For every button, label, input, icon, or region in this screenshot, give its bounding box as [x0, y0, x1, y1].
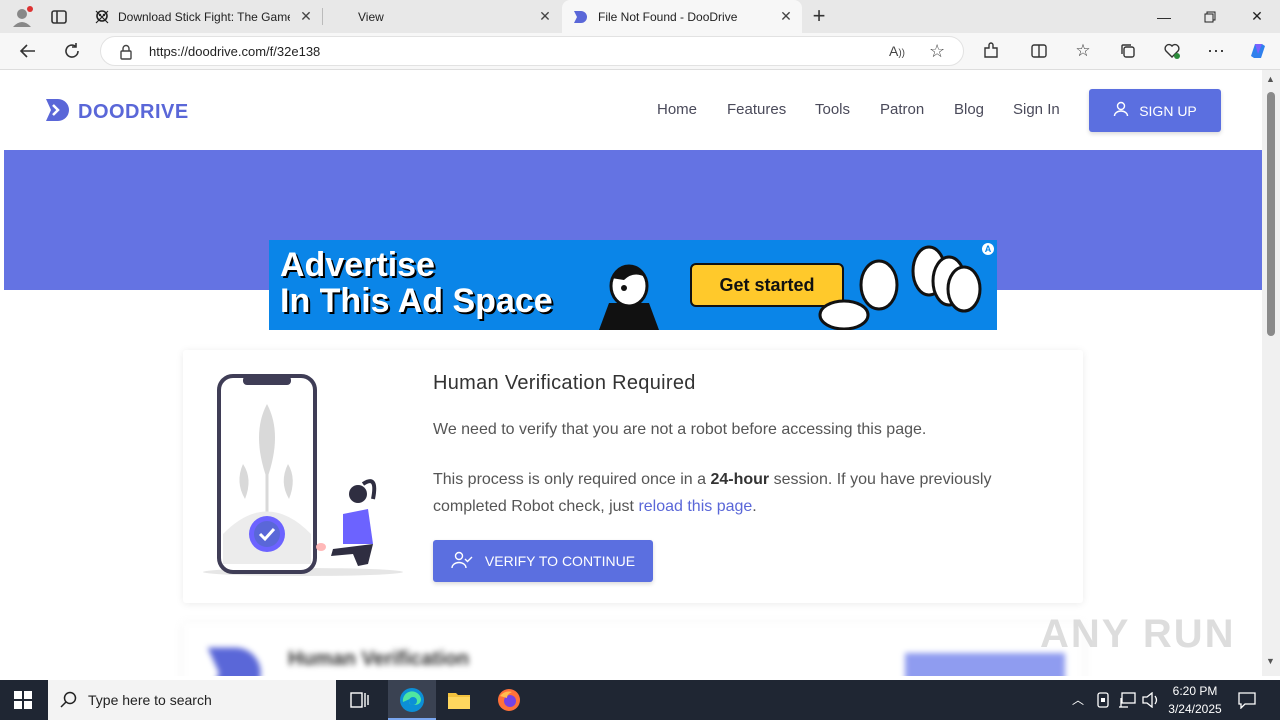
ad-coins-icon [814, 243, 994, 330]
split-screen-icon[interactable] [1024, 37, 1054, 65]
extensions-icon[interactable] [976, 37, 1006, 65]
windows-taskbar: Type here to search ︿ 6:20 PM 3/24/2025 [0, 680, 1280, 720]
blurred-card-title: Human Verification [288, 648, 470, 670]
nav-tools[interactable]: Tools [815, 101, 850, 118]
tab-title: Download Stick Fight: The Game [118, 9, 290, 24]
user-icon [1113, 101, 1129, 120]
close-icon[interactable]: ✕ [778, 8, 794, 24]
note-text: This process is only required once in a [433, 471, 711, 488]
profile-icon[interactable] [10, 5, 34, 29]
more-options-icon[interactable]: ⋯ [1201, 37, 1231, 65]
site-header: DOODRIVE Home Features Tools Patron Blog… [4, 70, 1262, 150]
scroll-thumb[interactable] [1267, 92, 1275, 336]
tab-title: File Not Found - DooDrive [598, 9, 738, 24]
nav-blog[interactable]: Blog [954, 101, 984, 118]
tab-doodrive[interactable]: File Not Found - DooDrive ✕ [562, 0, 802, 33]
volume-icon[interactable] [1142, 691, 1160, 713]
note-bold: 24-hour [710, 471, 770, 488]
new-tab-button[interactable]: + [808, 3, 830, 29]
doodrive-logo-icon [44, 97, 70, 128]
close-icon[interactable]: ✕ [537, 8, 553, 24]
nav-patron[interactable]: Patron [880, 101, 924, 118]
logo-text: DOODRIVE [78, 101, 189, 123]
file-explorer-icon[interactable] [447, 689, 471, 716]
address-bar[interactable]: https://doodrive.com/f/32e138 A)) ☆ [100, 36, 964, 66]
ad-headline: Advertise [280, 246, 435, 284]
favorite-star-icon[interactable]: ☆ [929, 41, 945, 62]
browser-essentials-icon[interactable] [1157, 37, 1187, 65]
collections-icon[interactable] [1113, 37, 1143, 65]
doodrive-favicon-icon [572, 9, 588, 25]
windows-start-icon[interactable] [14, 691, 32, 714]
ad-choices-icon[interactable]: A [981, 242, 995, 256]
network-icon[interactable] [1118, 692, 1136, 713]
notifications-icon[interactable] [1238, 691, 1256, 714]
nav-home[interactable]: Home [657, 101, 697, 118]
page-scrollbar[interactable]: ▲ ▼ [1262, 70, 1280, 676]
tray-device-icon[interactable] [1096, 692, 1110, 713]
ad-subheadline: In This Ad Space [280, 282, 553, 320]
scroll-up-icon[interactable]: ▲ [1266, 74, 1275, 84]
card-session-note: This process is only required once in a … [433, 466, 1053, 520]
reload-page-link[interactable]: reload this page [638, 498, 752, 515]
user-check-icon [451, 551, 473, 572]
site-logo[interactable]: DOODRIVE [44, 97, 189, 128]
verify-to-continue-button[interactable]: VERIFY TO CONTINUE [433, 540, 653, 582]
nav-features[interactable]: Features [727, 101, 786, 118]
favorites-icon[interactable]: ☆ [1068, 37, 1098, 65]
sign-up-button[interactable]: SIGN UP [1089, 89, 1221, 132]
note-text: . [752, 498, 757, 515]
firefox-icon[interactable] [497, 688, 521, 717]
nav-sign-in[interactable]: Sign In [1013, 101, 1060, 118]
read-aloud-icon[interactable]: A)) [889, 43, 905, 59]
verify-button-label: VERIFY TO CONTINUE [484, 553, 636, 569]
task-view-icon[interactable] [350, 691, 370, 714]
card-description: We need to verify that you are not a rob… [433, 421, 927, 438]
card-title: Human Verification Required [433, 372, 696, 394]
clock-time[interactable]: 6:20 PM [1166, 684, 1224, 698]
ad-character-icon [594, 258, 664, 330]
tab-actions-icon[interactable] [50, 8, 68, 26]
tray-chevron-icon[interactable]: ︿ [1072, 691, 1084, 708]
phone-illustration-icon [203, 374, 408, 584]
scroll-down-icon[interactable]: ▼ [1266, 656, 1275, 666]
clock-date[interactable]: 3/24/2025 [1164, 702, 1226, 716]
doodrive-logo-icon [203, 643, 263, 676]
back-icon[interactable] [13, 37, 43, 65]
close-icon[interactable]: ✕ [298, 8, 314, 24]
copilot-icon[interactable] [1243, 37, 1273, 65]
web-page: DOODRIVE Home Features Tools Patron Blog… [4, 70, 1262, 676]
tab-title: View [358, 9, 384, 24]
url-text: https://doodrive.com/f/32e138 [149, 44, 321, 59]
taskbar-search-box[interactable]: Type here to search [48, 680, 336, 720]
tab-view[interactable]: View ✕ [323, 0, 561, 33]
blurred-verification-card: Human Verification [183, 623, 1083, 676]
search-placeholder: Type here to search [88, 692, 212, 708]
tab-strip: Download Stick Fight: The Game ✕ View ✕ … [0, 0, 1280, 33]
search-icon [60, 691, 78, 714]
tab-stick-fight[interactable]: Download Stick Fight: The Game ✕ [84, 0, 322, 33]
refresh-icon[interactable] [57, 37, 87, 65]
verification-card: Human Verification Required We need to v… [183, 350, 1083, 603]
close-window-icon[interactable]: ✕ [1234, 0, 1280, 33]
anyrun-watermark: ANY RUN [1040, 612, 1236, 656]
tab-favicon-icon [94, 9, 110, 25]
lock-icon[interactable] [119, 44, 133, 65]
edge-taskbar-icon[interactable] [388, 680, 436, 720]
minimize-icon[interactable]: — [1141, 0, 1187, 33]
sign-up-label: SIGN UP [1139, 102, 1197, 119]
browser-toolbar: https://doodrive.com/f/32e138 A)) ☆ ☆ ⋯ [0, 33, 1280, 70]
ad-banner[interactable]: Advertise In This Ad Space Get started A [269, 240, 997, 330]
restore-icon[interactable] [1187, 0, 1233, 33]
